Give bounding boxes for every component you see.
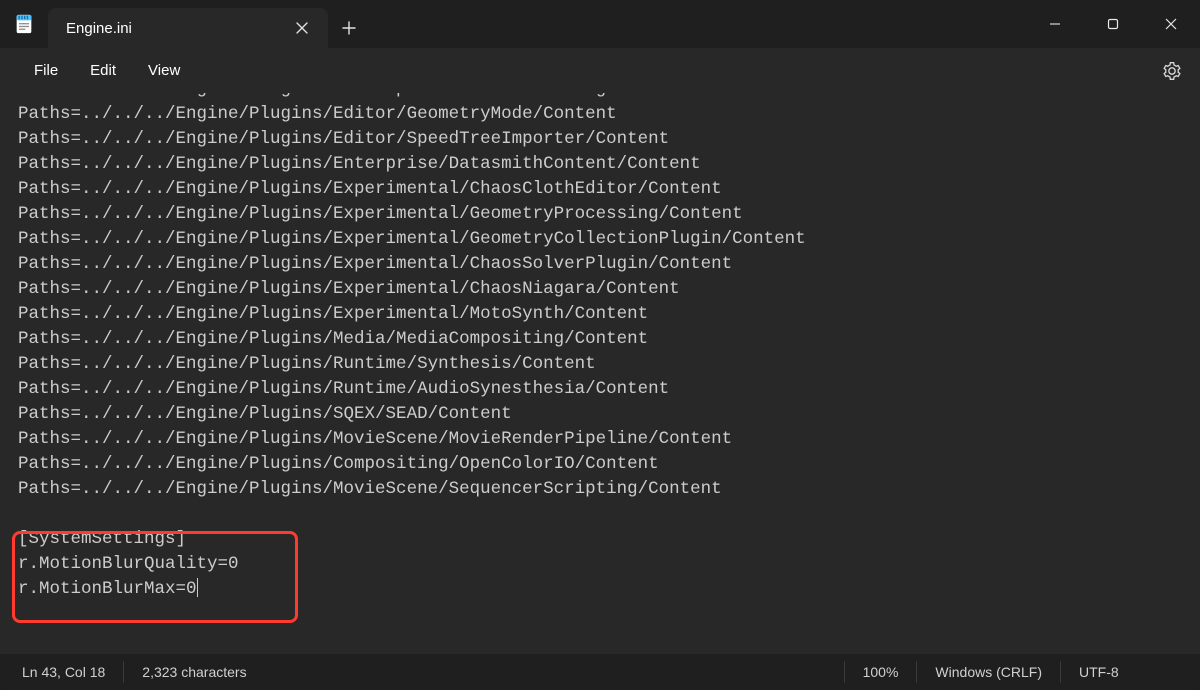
menubar: File Edit View — [0, 48, 1200, 93]
statusbar: Ln 43, Col 18 2,323 characters 100% Wind… — [0, 654, 1200, 690]
plus-icon — [342, 21, 356, 35]
menu-file[interactable]: File — [18, 56, 74, 85]
gear-icon — [1162, 61, 1182, 81]
settings-button[interactable] — [1154, 53, 1190, 89]
notepad-icon — [13, 13, 35, 35]
window-controls — [1026, 0, 1200, 48]
menu-view[interactable]: View — [132, 56, 196, 85]
menu-edit[interactable]: Edit — [74, 56, 132, 85]
close-window-button[interactable] — [1142, 0, 1200, 48]
new-tab-button[interactable] — [328, 8, 370, 48]
tab-title: Engine.ini — [66, 20, 288, 37]
maximize-button[interactable] — [1084, 0, 1142, 48]
close-icon — [296, 22, 308, 34]
status-encoding[interactable]: UTF-8 — [1060, 661, 1200, 683]
status-character-count: 2,323 characters — [123, 661, 264, 683]
app-icon — [0, 0, 48, 48]
status-zoom[interactable]: 100% — [844, 661, 917, 683]
text-editor[interactable]: Paths=../../../Engine/Plugins/Developer/… — [0, 93, 1200, 654]
status-cursor-position[interactable]: Ln 43, Col 18 — [22, 661, 123, 683]
minimize-icon — [1049, 18, 1061, 30]
minimize-button[interactable] — [1026, 0, 1084, 48]
tab-close-button[interactable] — [288, 14, 316, 42]
maximize-icon — [1107, 18, 1119, 30]
file-tab[interactable]: Engine.ini — [48, 8, 328, 48]
notepad-window: Engine.ini File Edit View — [0, 0, 1200, 690]
editor-content[interactable]: Paths=../../../Engine/Plugins/Developer/… — [18, 93, 1200, 602]
titlebar: Engine.ini — [0, 0, 1200, 48]
close-icon — [1165, 18, 1177, 30]
status-line-ending[interactable]: Windows (CRLF) — [916, 661, 1060, 683]
